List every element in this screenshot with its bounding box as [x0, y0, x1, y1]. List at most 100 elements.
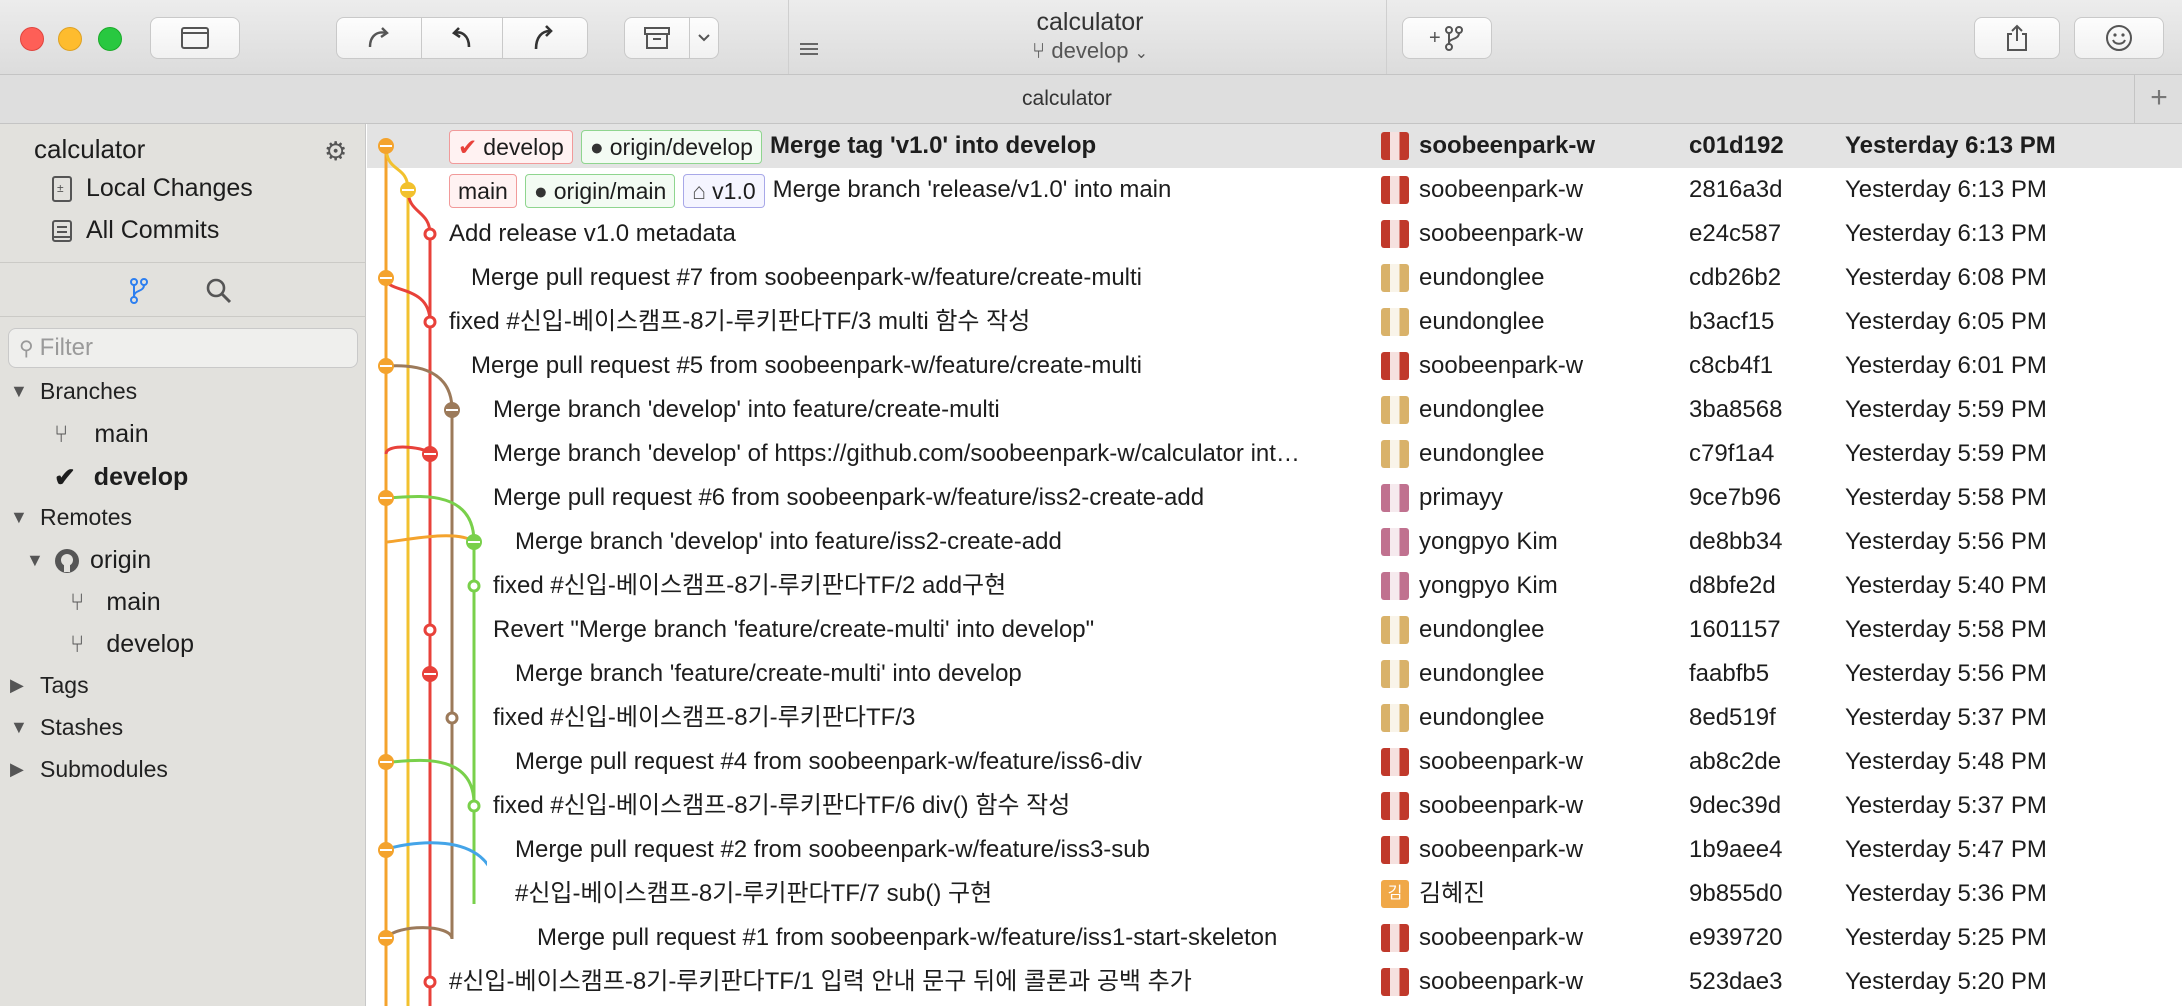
commit-date: Yesterday 5:59 PM — [1845, 440, 2047, 467]
sidebar-filter-input[interactable]: ⚲ Filter — [8, 328, 358, 368]
stash-menu-button[interactable] — [689, 17, 719, 59]
commit-node[interactable] — [467, 579, 481, 593]
sidebar-item-remote-branch-main[interactable]: ⑂ main — [70, 588, 161, 617]
stash-button[interactable] — [624, 17, 690, 59]
avatar — [1381, 440, 1409, 468]
section-label: Remotes — [40, 504, 133, 530]
section-stashes[interactable]: ▼ Stashes — [10, 714, 123, 741]
commit-message-cell: main ● origin/main ⌂ v1.0 Merge branch 'relea… — [449, 168, 1171, 212]
commit-row[interactable]: main ● origin/main ⌂ v1.0 Merge branch 'relea… — [367, 168, 2182, 212]
commit-author: eundonglee — [1419, 308, 1545, 335]
sidebar-toggle-button[interactable] — [150, 17, 240, 59]
commit-row[interactable]: Merge pull request #5 from soobeenpark-w… — [367, 344, 2182, 388]
commit-sha: b3acf15 — [1689, 308, 1775, 335]
commit-date: Yesterday 5:58 PM — [1845, 484, 2047, 511]
commit-date: Yesterday 6:08 PM — [1845, 264, 2047, 291]
avatar — [1381, 616, 1409, 644]
push-button[interactable] — [502, 17, 588, 59]
sidebar-item-all-commits[interactable]: All Commits — [50, 216, 219, 245]
commit-row[interactable]: Merge branch 'develop' into feature/crea… — [367, 388, 2182, 432]
sidebar-item-remote-origin[interactable]: ▼ origin — [26, 546, 151, 575]
current-branch-selector[interactable]: ⑂ develop ⌄ — [790, 38, 1390, 64]
tag-icon: ⌂ — [692, 177, 707, 204]
sidebar-item-branch-develop[interactable]: ✔ develop — [54, 462, 188, 493]
commit-sha: 1b9aee4 — [1689, 836, 1783, 863]
sidebar-divider — [0, 316, 366, 317]
disclosure-expanded-icon: ▼ — [26, 550, 44, 570]
commit-row[interactable]: Revert "Merge branch 'feature/create-mul… — [367, 608, 2182, 652]
fetch-button[interactable] — [336, 17, 422, 59]
remote-branch-badge[interactable]: ● origin/main — [524, 173, 676, 208]
remote-branch-badge[interactable]: ● origin/develop — [580, 129, 762, 164]
feedback-button[interactable] — [2074, 17, 2164, 59]
commit-row[interactable]: Merge pull request #7 from soobeenpark-w… — [367, 256, 2182, 300]
new-branch-button[interactable]: + — [1402, 17, 1492, 59]
tag-badge[interactable]: ⌂ v1.0 — [683, 173, 765, 208]
commit-row[interactable]: #신입-베이스캠프-8기-루키판다TF/7 sub() 구현 김 김혜진 9b855d… — [367, 872, 2182, 916]
sidebar-item-remote-branch-develop[interactable]: ⑂ develop — [70, 630, 194, 659]
maximize-window-button[interactable] — [98, 27, 122, 51]
branch-label: develop — [93, 463, 189, 491]
commit-row[interactable]: Merge pull request #2 from soobeenpark-w… — [367, 828, 2182, 872]
commit-author: 김혜진 — [1419, 880, 1486, 907]
commit-row[interactable]: Add release v1.0 metadata soobeenpark-w e2… — [367, 212, 2182, 256]
section-tags[interactable]: ▶ Tags — [10, 672, 89, 699]
commit-sha: ab8c2de — [1689, 748, 1782, 775]
commit-message: #신입-베이스캠프-8기-루키판다TF/1 입력 안내 문구 뒤에 콜론과 공백… — [449, 968, 1192, 995]
commit-message: Merge pull request #1 from soobeenpark-w… — [537, 924, 1278, 951]
commit-row[interactable]: fixed #신입-베이스캠프-8기-루키판다TF/2 add구현 yongpyo… — [367, 564, 2182, 608]
branch-icon: ⑂ — [1032, 38, 1046, 63]
branch-label: main — [94, 420, 149, 448]
commit-row[interactable]: Merge branch 'develop' of https://github… — [367, 432, 2182, 476]
commit-row[interactable]: fixed #신입-베이스캠프-8기-루키판다TF/3 eundonglee 8ed… — [367, 696, 2182, 740]
commit-sha: c79f1a4 — [1689, 440, 1775, 467]
avatar — [1381, 660, 1409, 688]
commit-date: Yesterday 6:13 PM — [1845, 132, 2056, 159]
commit-message: Merge branch 'develop' into feature/crea… — [493, 396, 1000, 423]
commit-row[interactable]: Merge pull request #6 from soobeenpark-w… — [367, 476, 2182, 520]
commit-message-cell: Merge pull request #2 from soobeenpark-w… — [515, 828, 1150, 872]
commit-node[interactable] — [467, 799, 481, 813]
commit-message-cell: Merge branch 'feature/create-multi' into… — [515, 652, 1022, 696]
commit-date: Yesterday 6:13 PM — [1845, 220, 2047, 247]
commit-row[interactable]: Merge branch 'feature/create-multi' into… — [367, 652, 2182, 696]
commit-node[interactable] — [423, 623, 437, 637]
commit-message-cell: #신입-베이스캠프-8기-루키판다TF/7 sub() 구현 — [515, 872, 992, 916]
commit-row[interactable]: Merge branch 'develop' into feature/iss2… — [367, 520, 2182, 564]
close-window-button[interactable] — [20, 27, 44, 51]
section-remotes[interactable]: ▼ Remotes — [10, 504, 132, 531]
commit-row[interactable]: ✔ develop ● origin/develop Merge tag 'v1.0' … — [367, 124, 2182, 168]
commit-node[interactable] — [423, 227, 437, 241]
pull-button[interactable] — [421, 17, 503, 59]
sidebar-icon — [181, 27, 209, 49]
tab-repo[interactable]: calculator — [0, 87, 2134, 111]
commit-sha: 9b855d0 — [1689, 880, 1783, 907]
branches-view-icon[interactable] — [128, 276, 150, 311]
minimize-window-button[interactable] — [58, 27, 82, 51]
sidebar-item-local-changes[interactable]: ± Local Changes — [50, 174, 253, 203]
commit-node[interactable] — [423, 975, 437, 989]
title-bar: calculator ⑂ develop ⌄ + — [0, 0, 2182, 75]
share-button[interactable] — [1974, 17, 2060, 59]
commit-row[interactable]: Merge pull request #4 from soobeenpark-w… — [367, 740, 2182, 784]
commit-date: Yesterday 5:56 PM — [1845, 660, 2047, 687]
commit-date: Yesterday 5:56 PM — [1845, 528, 2047, 555]
avatar — [1381, 572, 1409, 600]
commit-row[interactable]: #신입-베이스캠프-8기-루키판다TF/1 입력 안내 문구 뒤에 콜론과 공백… — [367, 960, 2182, 1004]
commit-node[interactable] — [445, 711, 459, 725]
commit-author: soobeenpark-w — [1419, 792, 1584, 819]
section-submodules[interactable]: ▶ Submodules — [10, 756, 168, 783]
commit-sha: 523dae3 — [1689, 968, 1783, 995]
commit-node[interactable] — [423, 315, 437, 329]
commit-row[interactable]: fixed #신입-베이스캠프-8기-루키판다TF/6 div() 함수 작성 s… — [367, 784, 2182, 828]
graph-edge — [384, 926, 454, 940]
new-tab-button[interactable]: + — [2134, 75, 2182, 123]
search-icon[interactable] — [204, 276, 234, 311]
commit-row[interactable]: Merge pull request #1 from soobeenpark-w… — [367, 916, 2182, 960]
sidebar-item-branch-main[interactable]: ⑂ main — [54, 420, 149, 449]
commit-row[interactable]: fixed #신입-베이스캠프-8기-루키판다TF/3 multi 함수 작성 e… — [367, 300, 2182, 344]
sidebar-repo-name: calculator — [34, 134, 146, 164]
commit-sha: e24c587 — [1689, 220, 1782, 247]
section-branches[interactable]: ▼ Branches — [10, 378, 137, 405]
gear-icon[interactable]: ⚙ — [324, 136, 347, 167]
